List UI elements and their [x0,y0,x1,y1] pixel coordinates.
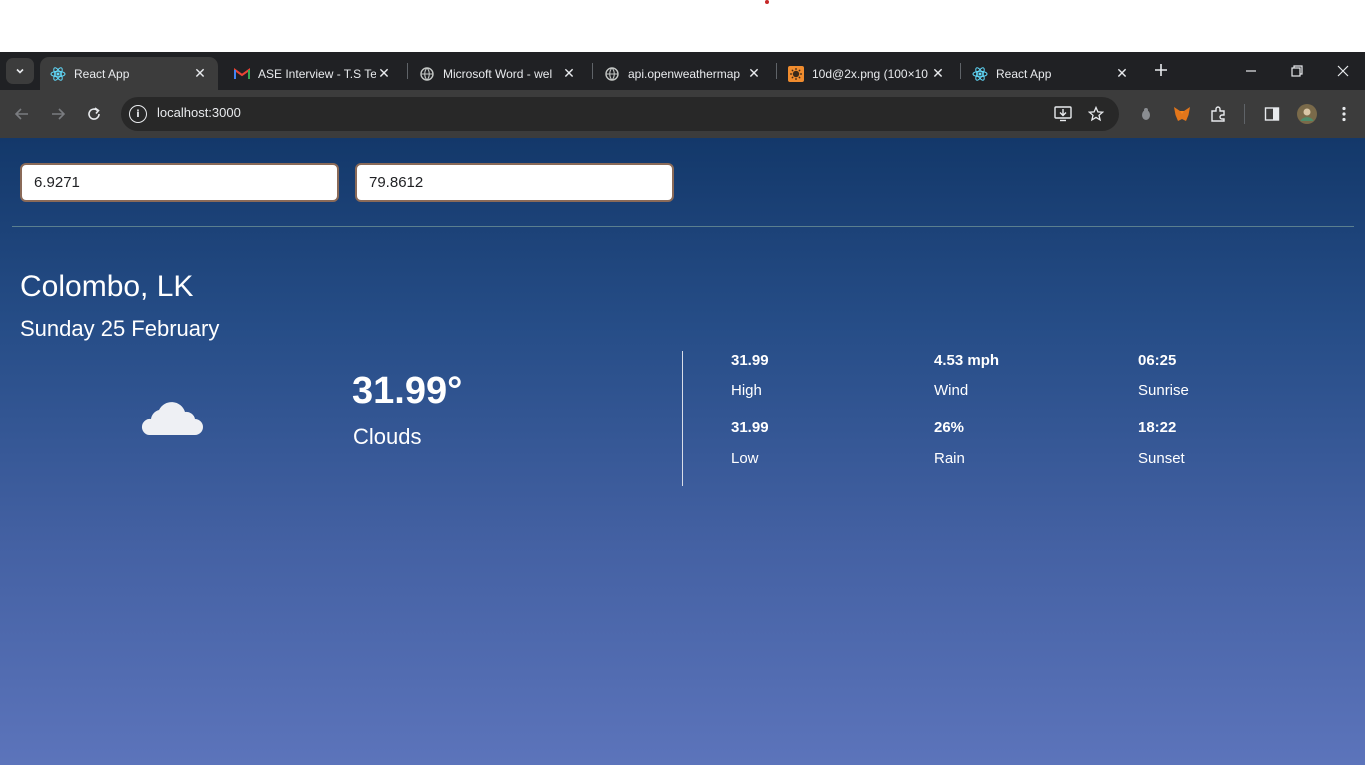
tab-10d-png[interactable]: 10d@2x.png (100×10 ✕ [778,57,956,90]
extension-icon[interactable] [1136,104,1156,124]
globe-icon [419,66,435,82]
sunset-label: Sunset [1138,450,1185,467]
new-tab-button[interactable] [1150,59,1172,81]
forward-button[interactable] [44,100,72,128]
plus-icon [1155,64,1167,76]
address-url[interactable]: localhost:3000 [157,105,241,120]
close-icon[interactable]: ✕ [1114,65,1130,82]
arrow-right-icon [52,108,66,120]
wind-value: 4.53 mph [934,352,1000,369]
vertical-divider [682,351,683,486]
reload-button[interactable] [80,100,108,128]
tab-title: React App [996,66,1052,81]
menu-dots-icon[interactable] [1334,104,1354,124]
sun-image-icon [788,65,804,82]
tab-separator [960,63,961,79]
latitude-input[interactable] [20,163,339,202]
low-value: 31.99 [731,419,769,436]
tab-microsoft-word[interactable]: Microsoft Word - wel ✕ [409,57,587,90]
react-icon [972,66,988,82]
divider [12,226,1354,227]
close-icon[interactable]: ✕ [930,65,946,82]
high-value: 31.99 [731,352,769,369]
tab-title: React App [74,66,130,81]
close-icon[interactable]: ✕ [192,65,208,82]
wind-label: Wind [934,382,969,399]
tab-separator [776,63,777,79]
tab-title: Microsoft Word - wel [443,66,553,81]
back-button[interactable] [8,100,36,128]
chevron-down-icon [16,68,24,74]
gmail-icon [234,66,250,82]
tab-react-app-active[interactable]: React App ✕ [40,57,218,90]
address-bar[interactable]: i localhost:3000 [121,97,1119,131]
temperature: 31.99° [352,370,463,412]
close-icon[interactable]: ✕ [746,65,762,82]
browser-toolbar: i localhost:3000 [0,90,1365,138]
tab-title: api.openweathermap [628,66,741,81]
rain-value: 26% [934,419,965,436]
reload-icon [88,107,100,120]
install-app-icon[interactable] [1054,105,1072,123]
tab-strip: React App ✕ ASE Interview - T.S Te ✕ Mic… [0,52,1365,90]
cloud-icon [141,402,203,435]
globe-icon [604,66,620,82]
minimize-button[interactable] [1229,52,1273,90]
react-icon [50,66,66,82]
low-label: Low [731,450,759,467]
high-label: High [731,382,762,399]
puzzle-extensions-icon[interactable] [1208,104,1228,124]
tab-title: ASE Interview - T.S Te [258,66,376,81]
tab-react-app[interactable]: React App ✕ [962,57,1140,90]
tab-separator [407,63,408,79]
close-window-button[interactable] [1321,52,1365,90]
sunset-value: 18:22 [1138,419,1177,436]
restore-icon [1291,65,1303,77]
weather-description: Clouds [353,424,422,449]
weather-app: Colombo, LK Sunday 25 February 31.99° Cl… [0,138,1365,765]
sunrise-value: 06:25 [1138,352,1177,369]
close-icon [1337,65,1349,77]
close-icon[interactable]: ✕ [561,65,577,82]
sunrise-label: Sunrise [1138,382,1189,399]
tab-openweathermap[interactable]: api.openweathermap ✕ [594,57,772,90]
profile-avatar[interactable] [1297,104,1317,124]
side-panel-icon[interactable] [1262,104,1282,124]
close-icon[interactable]: ✕ [376,65,392,82]
metamask-fox-icon[interactable] [1172,104,1192,124]
toolbar-divider [1244,104,1245,124]
star-icon[interactable] [1087,105,1105,123]
red-dot [765,0,769,4]
tab-title: 10d@2x.png (100×10 [812,66,928,81]
rain-label: Rain [934,450,965,467]
top-blank-area [0,0,1365,52]
site-info-icon[interactable]: i [129,105,147,123]
location-name: Colombo, LK [20,270,194,303]
longitude-input[interactable] [355,163,674,202]
tab-separator [592,63,593,79]
current-date: Sunday 25 February [20,316,220,341]
minimize-icon [1246,70,1256,72]
tab-search-button[interactable] [6,58,34,84]
restore-button[interactable] [1275,52,1319,90]
tab-ase-interview[interactable]: ASE Interview - T.S Te ✕ [224,57,402,90]
arrow-left-icon [14,108,28,120]
